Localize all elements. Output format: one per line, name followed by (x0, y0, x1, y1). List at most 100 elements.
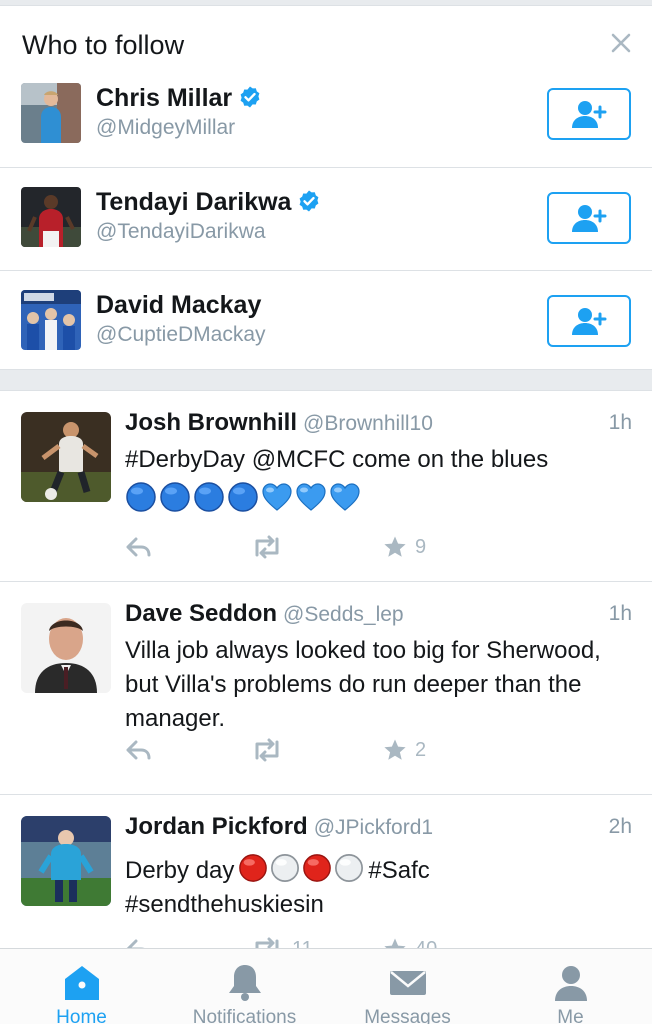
add-user-icon (569, 203, 609, 233)
who-to-follow-module: Who to follow Chris Millar @MidgeyMillar (0, 6, 652, 370)
tab-me[interactable]: Me (489, 949, 652, 1024)
tweet[interactable]: Jordan Pickford @JPickford1 2h Derby day #… (0, 795, 652, 948)
tweet-text: #DerbyDay @MCFC come on the blues (125, 446, 549, 473)
retweet-button[interactable] (250, 533, 292, 561)
hashtag-link[interactable]: #Safc (368, 857, 429, 884)
retweet-icon (250, 738, 284, 762)
person-icon (549, 963, 593, 1003)
reply-button[interactable] (125, 533, 153, 561)
retweet-count: 11 (292, 938, 313, 949)
red-circle-icon (238, 853, 268, 883)
avatar[interactable] (21, 83, 81, 143)
tab-notifications[interactable]: Notifications (163, 949, 326, 1024)
tweet-header: Josh Brownhill @Brownhill10 1h (125, 409, 632, 439)
avatar[interactable] (21, 816, 111, 906)
suggestion-name[interactable]: Tendayi Darikwa (96, 188, 321, 217)
verified-icon (238, 85, 262, 109)
add-user-icon (569, 99, 609, 129)
favorite-button[interactable]: 2 (383, 736, 426, 764)
tab-home[interactable]: Home (0, 949, 163, 1024)
tweet-header: Dave Seddon @Sedds_lep 1h (125, 600, 632, 630)
emoji-row (125, 481, 635, 513)
tab-messages[interactable]: Messages (326, 949, 489, 1024)
avatar[interactable] (21, 187, 81, 247)
tab-label: Notifications (192, 1007, 297, 1024)
add-user-icon (569, 306, 609, 336)
tweet-author-name[interactable]: Dave Seddon (125, 600, 277, 627)
emoji-row (238, 853, 364, 883)
reply-icon (125, 937, 153, 948)
tweet-author-handle[interactable]: @Brownhill10 (303, 412, 433, 435)
tab-bar: Home Notifications Messages Me (0, 948, 652, 1024)
favorite-count: 9 (415, 535, 427, 558)
red-circle-icon (302, 853, 332, 883)
favorite-count: 2 (415, 738, 427, 761)
reply-button[interactable] (125, 935, 153, 948)
white-circle-icon (334, 853, 364, 883)
tab-label: Messages (364, 1007, 451, 1024)
favorite-count: 40 (415, 938, 437, 949)
close-icon[interactable] (610, 32, 632, 54)
tweet-actions: 9 (125, 533, 652, 561)
suggestion-item[interactable]: Tendayi Darikwa @TendayiDarikwa (0, 167, 652, 270)
suggestion-handle: @CuptieDMackay (96, 323, 266, 346)
tweet-author-handle[interactable]: @JPickford1 (314, 816, 433, 839)
suggestion-handle: @MidgeyMillar (96, 116, 236, 139)
suggestion-item[interactable]: Chris Millar @MidgeyMillar (0, 64, 652, 167)
retweet-icon (250, 535, 284, 559)
suggestion-name[interactable]: David Mackay (96, 291, 261, 320)
tweet-actions: 2 (125, 736, 652, 764)
blue-heart-icon (261, 481, 293, 513)
blue-circle-icon (227, 481, 259, 513)
follow-button[interactable] (547, 88, 631, 140)
follow-button[interactable] (547, 192, 631, 244)
tweet[interactable]: Dave Seddon @Sedds_lep 1h Villa job alway… (0, 582, 652, 795)
tweet-text: Derby day (125, 857, 235, 884)
follow-button[interactable] (547, 295, 631, 347)
tweet[interactable]: Josh Brownhill @Brownhill10 1h #DerbyDay … (0, 391, 652, 582)
retweet-icon (250, 937, 284, 948)
tab-label: Me (557, 1007, 584, 1024)
suggestion-item[interactable]: David Mackay @CuptieDMackay (0, 270, 652, 373)
hashtag-link[interactable]: #sendthehuskiesin (125, 888, 635, 922)
tweet-actions: 11 40 (125, 935, 652, 948)
timeline: Josh Brownhill @Brownhill10 1h #DerbyDay … (0, 390, 652, 948)
retweet-button[interactable] (250, 736, 292, 764)
star-icon (383, 535, 407, 559)
who-to-follow-title: Who to follow (22, 30, 185, 60)
retweet-button[interactable]: 11 (250, 935, 313, 948)
blue-circle-icon (125, 481, 157, 513)
favorite-button[interactable]: 40 (383, 935, 437, 948)
suggestion-handle: @TendayiDarikwa (96, 220, 266, 243)
tweet-text: Villa job always looked too big for Sher… (125, 637, 601, 732)
suggestion-name[interactable]: Chris Millar (96, 84, 262, 113)
tweet-timestamp: 1h (608, 411, 632, 434)
tweet-header: Jordan Pickford @JPickford1 2h (125, 813, 632, 843)
avatar[interactable] (21, 603, 111, 693)
reply-icon (125, 738, 153, 762)
tweet-body: #DerbyDay @MCFC come on the blues (125, 443, 635, 513)
favorite-button[interactable]: 9 (383, 533, 426, 561)
tweet-author-handle[interactable]: @Sedds_lep (283, 603, 404, 626)
star-icon (383, 937, 407, 948)
tab-label: Home (56, 1007, 107, 1024)
tweet-author-name[interactable]: Josh Brownhill (125, 409, 297, 436)
reply-button[interactable] (125, 736, 153, 764)
tweet-timestamp: 1h (608, 602, 632, 625)
star-icon (383, 738, 407, 762)
tweet-body: Derby day #Safc #sendthehuskiesin (125, 853, 635, 922)
avatar[interactable] (21, 412, 111, 502)
reply-icon (125, 535, 153, 559)
envelope-icon (386, 963, 430, 1003)
white-circle-icon (270, 853, 300, 883)
blue-circle-icon (193, 481, 225, 513)
tweet-timestamp: 2h (608, 815, 632, 838)
bell-icon (223, 963, 267, 1003)
tweet-author-name[interactable]: Jordan Pickford (125, 813, 308, 840)
avatar[interactable] (21, 290, 81, 350)
blue-heart-icon (329, 481, 361, 513)
home-icon (60, 963, 104, 1003)
verified-icon (297, 189, 321, 213)
blue-heart-icon (295, 481, 327, 513)
blue-circle-icon (159, 481, 191, 513)
